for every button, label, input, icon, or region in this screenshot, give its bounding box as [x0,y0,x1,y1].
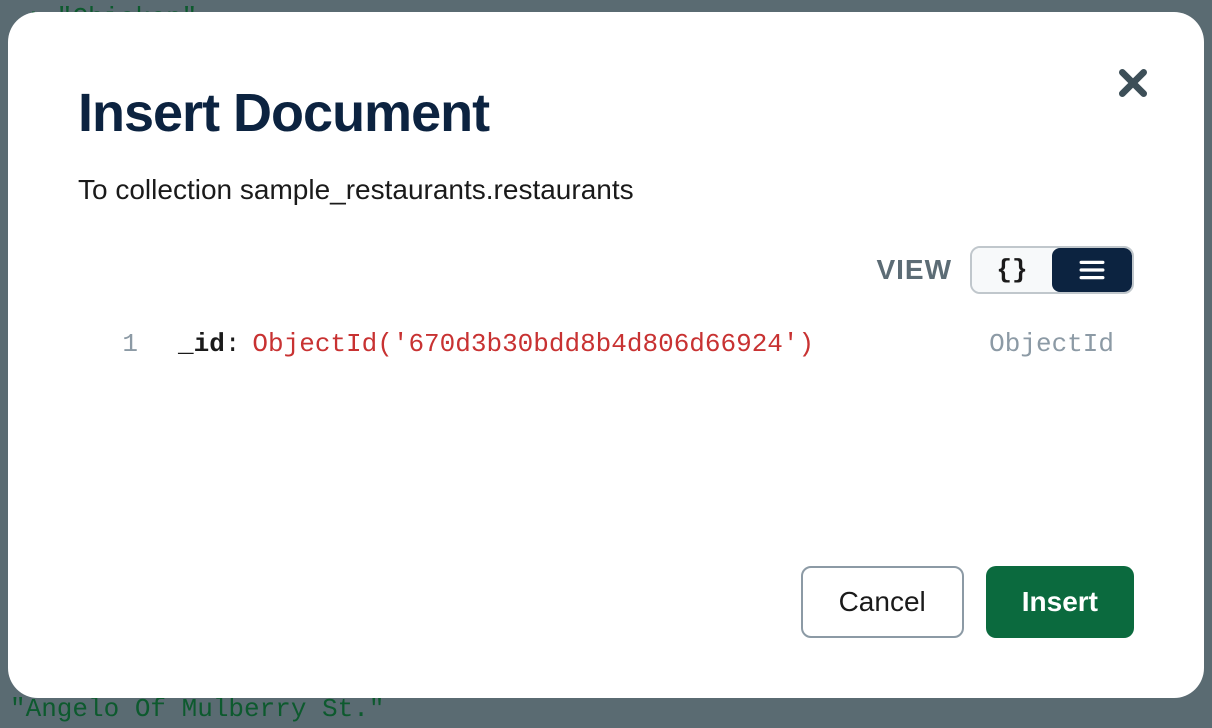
insert-document-modal: Insert Document To collection sample_res… [8,12,1204,698]
field-colon: : [225,329,241,359]
field-type[interactable]: ObjectId [989,329,1134,359]
editor-line[interactable]: 1 _id : ObjectId('670d3b30bdd8b4d806d669… [78,329,1134,359]
subtitle-prefix: To collection [78,174,240,205]
list-icon [1079,259,1105,281]
button-row: Cancel Insert [78,566,1134,658]
close-icon [1117,67,1149,99]
line-number: 1 [78,329,178,359]
close-button[interactable] [1117,67,1149,104]
editor-area[interactable]: 1 _id : ObjectId('670d3b30bdd8b4d806d669… [78,329,1134,566]
field-name[interactable]: _id [178,329,225,359]
view-toggle: {} [970,246,1134,294]
cancel-button[interactable]: Cancel [801,566,964,638]
view-label: VIEW [876,254,952,286]
view-list-button[interactable] [1052,248,1132,292]
modal-title: Insert Document [78,82,1134,144]
view-json-button[interactable]: {} [972,248,1052,292]
modal-subtitle: To collection sample_restaurants.restaur… [78,174,1134,206]
braces-icon: {} [996,255,1027,285]
view-row: VIEW {} [78,246,1134,294]
collection-name: sample_restaurants.restaurants [240,174,634,205]
field-value[interactable]: ObjectId('670d3b30bdd8b4d806d66924') [252,329,814,359]
insert-button[interactable]: Insert [986,566,1134,638]
